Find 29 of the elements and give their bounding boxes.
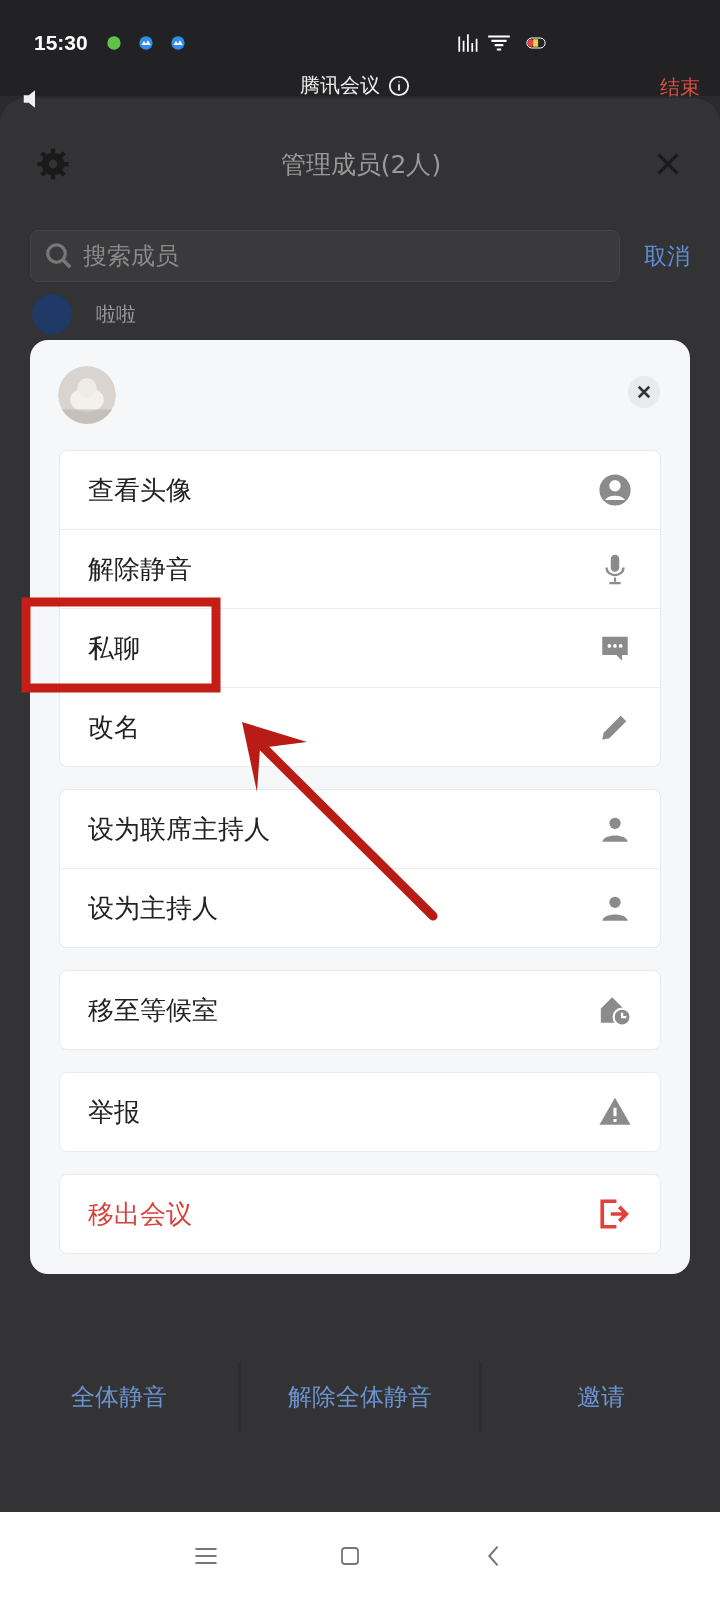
home-icon[interactable] xyxy=(338,1544,362,1568)
avatar xyxy=(32,294,72,334)
action-button[interactable]: 邀请 xyxy=(482,1371,720,1423)
app-notification-icon xyxy=(169,35,186,51)
search-field[interactable]: 搜索成员 xyxy=(30,230,620,282)
search-icon xyxy=(44,241,74,271)
app-notification-icon xyxy=(105,35,122,51)
action-button[interactable]: 全体静音 xyxy=(0,1371,238,1423)
action-button[interactable]: 解除全体静音 xyxy=(241,1371,479,1423)
avatar xyxy=(58,366,116,424)
person-icon xyxy=(598,473,632,507)
menu-item[interactable]: 查看头像 xyxy=(60,451,660,529)
clock-time: 15:30 xyxy=(34,31,88,55)
sheet-title: 管理成员(2人) xyxy=(280,148,442,181)
info-icon[interactable] xyxy=(388,74,410,97)
menu-item[interactable]: 私聊 xyxy=(60,608,660,687)
menu-item[interactable]: 举报 xyxy=(60,1073,660,1151)
meeting-title: 腾讯会议 xyxy=(300,72,380,99)
cancel-button[interactable]: 取消 xyxy=(644,240,690,272)
member-name: 啦啦 xyxy=(96,300,136,328)
end-button[interactable]: 结束 xyxy=(660,74,700,101)
menu-item[interactable]: 移至等候室 xyxy=(60,971,660,1049)
app-notification-icon xyxy=(137,35,154,51)
menu-item[interactable]: 移出会议 xyxy=(60,1175,660,1253)
menu-item[interactable]: 解除静音 xyxy=(60,529,660,608)
close-icon xyxy=(635,383,653,401)
close-button[interactable] xyxy=(628,376,660,408)
menu-item[interactable]: 设为联席主持人 xyxy=(60,790,660,868)
menu-item[interactable]: 设为主持人 xyxy=(60,868,660,947)
